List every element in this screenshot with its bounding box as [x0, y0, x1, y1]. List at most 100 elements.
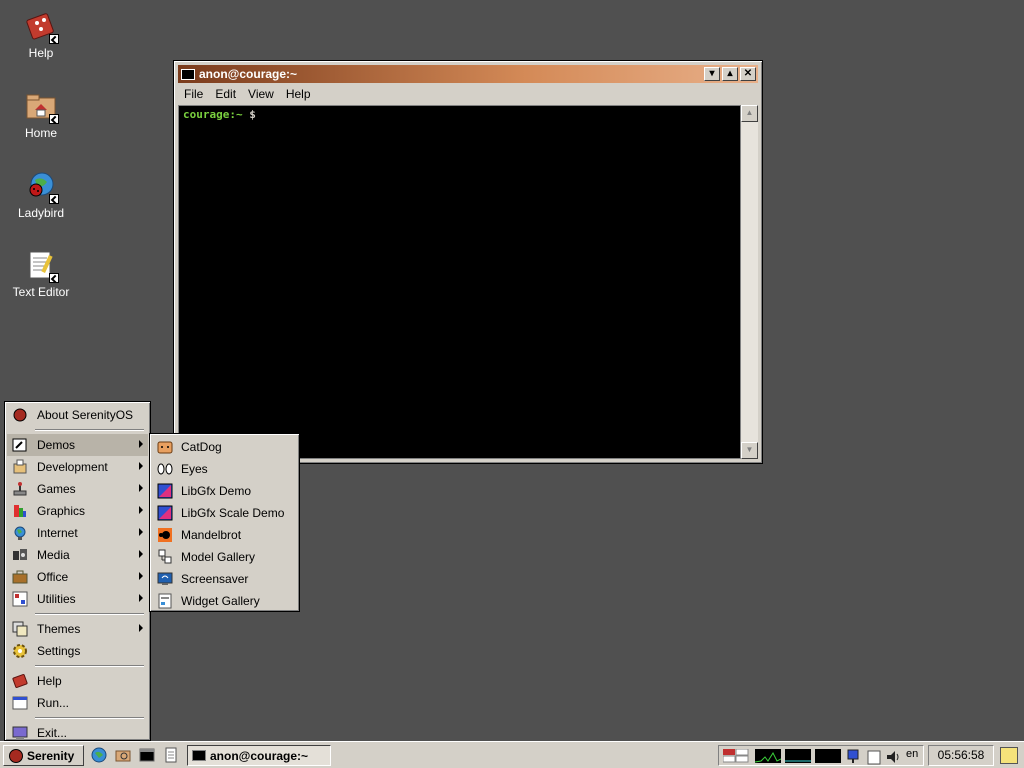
menu-item-office[interactable]: Office — [7, 566, 148, 588]
menu-edit[interactable]: Edit — [215, 87, 236, 101]
vertical-scrollbar[interactable]: ▲ ▼ — [741, 105, 758, 459]
scroll-down-button[interactable]: ▼ — [741, 442, 758, 459]
desktop-icon-text-editor[interactable]: Text Editor — [8, 249, 74, 299]
menu-item-label: Mandelbrot — [181, 528, 242, 542]
run-icon — [12, 695, 28, 711]
development-icon — [12, 459, 28, 475]
terminal-area[interactable]: courage:~ $ — [178, 105, 741, 459]
terminal-quicklaunch-icon[interactable] — [139, 747, 155, 763]
maximize-button[interactable]: ▴ — [722, 67, 738, 81]
network-graph-icon[interactable] — [815, 749, 841, 763]
demo-item-model-gallery[interactable]: Model Gallery — [152, 546, 297, 568]
demo-item-libgfx-demo[interactable]: LibGfx Demo — [152, 480, 297, 502]
menu-view[interactable]: View — [248, 87, 274, 101]
menu-item-development[interactable]: Development — [7, 456, 148, 478]
file-manager-quicklaunch-icon[interactable] — [115, 747, 131, 763]
clipboard-icon[interactable] — [867, 749, 881, 768]
menu-item-label: Settings — [37, 644, 81, 658]
menu-item-label: LibGfx Scale Demo — [181, 506, 285, 520]
menu-item-utilities[interactable]: Utilities — [7, 588, 148, 610]
start-menu: About SerenityOS Demos Development Games… — [4, 401, 151, 741]
menu-item-label: Widget Gallery — [181, 594, 260, 608]
terminal-icon — [181, 68, 195, 80]
menu-item-label: Screensaver — [181, 572, 249, 586]
menu-item-label: Office — [37, 570, 69, 584]
shell-prompt: courage:~ $ — [183, 108, 256, 121]
taskbar-button-terminal[interactable]: anon@courage:~ — [187, 745, 331, 766]
workspace-switcher-icon[interactable] — [722, 748, 749, 766]
menu-item-themes[interactable]: Themes — [7, 618, 148, 640]
home-folder-icon — [25, 90, 59, 124]
submenu-arrow-icon — [139, 462, 143, 470]
demo-item-libgfx-scale-demo[interactable]: LibGfx Scale Demo — [152, 502, 297, 524]
window-titlebar[interactable]: anon@courage:~ ▾ ▴ ✕ — [178, 65, 758, 83]
menu-item-label: Help — [37, 674, 62, 688]
submenu-arrow-icon — [139, 484, 143, 492]
menu-item-settings[interactable]: Settings — [7, 640, 148, 662]
settings-gear-icon — [12, 643, 28, 659]
menu-item-media[interactable]: Media — [7, 544, 148, 566]
menu-item-label: Utilities — [37, 592, 76, 606]
demo-item-catdog[interactable]: CatDog — [152, 436, 297, 458]
menu-item-label: Development — [37, 460, 108, 474]
memory-graph-icon[interactable] — [785, 749, 811, 763]
start-button[interactable]: Serenity — [3, 745, 84, 766]
help-book-icon — [12, 673, 28, 689]
menu-item-internet[interactable]: Internet — [7, 522, 148, 544]
mandelbrot-icon — [157, 527, 173, 543]
submenu-arrow-icon — [139, 550, 143, 558]
menu-item-label: Demos — [37, 438, 76, 452]
menu-item-label: Model Gallery — [181, 550, 256, 564]
clock[interactable]: 05:56:58 — [928, 745, 994, 766]
minimize-button[interactable]: ▾ — [704, 67, 720, 81]
close-button[interactable]: ✕ — [740, 67, 756, 81]
menu-item-demos[interactable]: Demos — [7, 434, 148, 456]
menu-item-label: Run... — [37, 696, 70, 710]
cpu-graph-icon[interactable] — [754, 749, 782, 763]
demo-item-screensaver[interactable]: Screensaver — [152, 568, 297, 590]
submenu-arrow-icon — [139, 572, 143, 580]
menu-item-graphics[interactable]: Graphics — [7, 500, 148, 522]
menu-item-label: Graphics — [37, 504, 86, 518]
libgfx-scale-demo-icon — [157, 505, 173, 521]
text-editor-quicklaunch-icon[interactable] — [163, 747, 179, 763]
internet-globe-icon — [12, 525, 28, 541]
desktop-icon-help[interactable]: Help — [8, 10, 74, 60]
ladybird-browser-icon — [25, 170, 59, 204]
menu-item-label: Internet — [37, 526, 78, 540]
menu-file[interactable]: File — [184, 87, 203, 101]
graphics-icon — [12, 503, 28, 519]
demos-icon — [12, 437, 28, 453]
demo-item-widget-gallery[interactable]: Widget Gallery — [152, 590, 297, 612]
notes-icon[interactable] — [1000, 747, 1018, 764]
libgfx-demo-icon — [157, 483, 173, 499]
catdog-icon — [157, 439, 173, 455]
menu-item-label: Exit... — [37, 726, 68, 740]
menu-item-help[interactable]: Help — [7, 670, 148, 692]
desktop-icon-label: Home — [24, 126, 57, 140]
games-joystick-icon — [12, 481, 28, 497]
menu-item-run[interactable]: Run... — [7, 692, 148, 714]
serenity-logo-icon — [12, 407, 28, 423]
network-icon[interactable] — [847, 749, 863, 768]
menu-separator — [7, 610, 148, 618]
demos-submenu: CatDog Eyes LibGfx Demo LibGfx Scale Dem… — [149, 433, 300, 612]
browser-quicklaunch-icon[interactable] — [91, 747, 107, 763]
terminal-window[interactable]: anon@courage:~ ▾ ▴ ✕ File Edit View Help… — [173, 60, 763, 464]
desktop-icon-ladybird[interactable]: Ladybird — [8, 170, 74, 220]
demo-item-eyes[interactable]: Eyes — [152, 458, 297, 480]
media-icon — [12, 547, 28, 563]
submenu-arrow-icon — [139, 594, 143, 602]
keyboard-layout-indicator[interactable]: en — [906, 748, 918, 760]
menu-item-label: Themes — [37, 622, 81, 636]
menu-help[interactable]: Help — [286, 87, 311, 101]
menu-item-label: CatDog — [181, 440, 222, 454]
scroll-up-button[interactable]: ▲ — [741, 105, 758, 122]
taskbar: Serenity anon@courage:~ en 05:56:58 — [0, 741, 1024, 768]
menu-item-games[interactable]: Games — [7, 478, 148, 500]
demo-item-mandelbrot[interactable]: Mandelbrot — [152, 524, 297, 546]
menu-item-about[interactable]: About SerenityOS — [7, 404, 148, 426]
desktop-icon-home[interactable]: Home — [8, 90, 74, 140]
volume-icon[interactable] — [885, 749, 901, 768]
desktop-icon-label: Help — [28, 46, 54, 60]
